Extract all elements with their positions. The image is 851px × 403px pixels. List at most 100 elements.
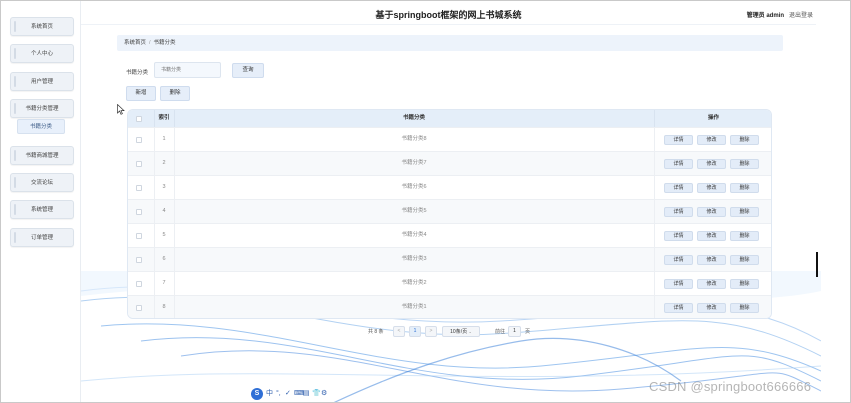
- row-checkbox[interactable]: [136, 209, 142, 215]
- batch-delete-button[interactable]: 删除: [160, 86, 190, 101]
- row-checkbox[interactable]: [136, 233, 142, 239]
- detail-button[interactable]: 详情: [664, 135, 693, 145]
- detail-button[interactable]: 详情: [664, 303, 693, 313]
- page-size-value: 10条/页: [450, 329, 468, 335]
- delete-button[interactable]: 删除: [730, 279, 759, 289]
- breadcrumb-current: 书籍分类: [153, 40, 176, 46]
- edit-button[interactable]: 修改: [697, 135, 726, 145]
- scroll-edge-marker: [816, 252, 818, 277]
- pagination-total: 共 8 条: [368, 329, 384, 335]
- column-divider: [654, 296, 655, 318]
- table-row: 1 书籍分类8 详情 修改 删除: [128, 127, 771, 151]
- punctuation-icon[interactable]: °,: [276, 389, 281, 399]
- edit-button[interactable]: 修改: [697, 255, 726, 265]
- sidebar-subitem-category[interactable]: 书籍分类: [17, 119, 65, 134]
- sidebar-item-system[interactable]: 系统管理: [10, 200, 74, 219]
- column-divider: [654, 224, 655, 247]
- skin-icon[interactable]: 👕: [312, 389, 321, 399]
- header-operation: 操作: [707, 115, 719, 121]
- detail-button[interactable]: 详情: [664, 255, 693, 265]
- pen-icon[interactable]: ✓: [285, 389, 291, 399]
- cell-index: 3: [162, 184, 166, 190]
- edit-button[interactable]: 修改: [697, 159, 726, 169]
- table-row: 5 书籍分类4 详情 修改 删除: [128, 223, 771, 247]
- delete-button[interactable]: 删除: [730, 303, 759, 313]
- delete-button[interactable]: 删除: [730, 135, 759, 145]
- ime-logo-icon[interactable]: S: [251, 388, 263, 400]
- row-checkbox[interactable]: [136, 281, 142, 287]
- table-row: 7 书籍分类2 详情 修改 删除: [128, 271, 771, 295]
- mouse-cursor-icon: [117, 104, 125, 115]
- cell-category: 书籍分类7: [401, 160, 427, 166]
- settings-gear-icon[interactable]: ⚙: [321, 389, 327, 399]
- sidebar-item-home[interactable]: 系统首页: [10, 17, 74, 36]
- select-all-checkbox[interactable]: [136, 116, 142, 122]
- pagination-next-button[interactable]: >: [425, 326, 437, 337]
- add-button[interactable]: 新增: [126, 86, 156, 101]
- delete-button[interactable]: 删除: [730, 207, 759, 217]
- edit-button[interactable]: 修改: [697, 303, 726, 313]
- table-row: 3 书籍分类6 详情 修改 删除: [128, 175, 771, 199]
- header-index: 索引: [158, 115, 170, 121]
- search-button[interactable]: 查询: [232, 63, 264, 78]
- column-divider: [654, 200, 655, 223]
- edit-button[interactable]: 修改: [697, 279, 726, 289]
- delete-button[interactable]: 删除: [730, 255, 759, 265]
- pagination-prev-button[interactable]: <: [393, 326, 405, 337]
- chinese-mode-icon[interactable]: 中: [266, 389, 273, 399]
- breadcrumb-home[interactable]: 系统首页: [124, 40, 146, 46]
- sidebar-item-forum[interactable]: 交流论坛: [10, 173, 74, 192]
- edit-button[interactable]: 修改: [697, 207, 726, 217]
- search-label: 书籍分类: [126, 70, 149, 76]
- detail-button[interactable]: 详情: [664, 279, 693, 289]
- page-size-select[interactable]: 10条/页 ⌄: [442, 326, 480, 337]
- row-checkbox[interactable]: [136, 305, 142, 311]
- pagination-page-1[interactable]: 1: [409, 326, 421, 337]
- header-category: 书籍分类: [402, 115, 425, 121]
- menu-icon[interactable]: ▤: [303, 389, 310, 399]
- edit-button[interactable]: 修改: [697, 183, 726, 193]
- sidebar-item-category-management[interactable]: 书籍分类管理: [10, 99, 74, 118]
- delete-button[interactable]: 删除: [730, 183, 759, 193]
- cell-index: 1: [162, 136, 166, 142]
- edit-button[interactable]: 修改: [697, 231, 726, 241]
- cell-category: 书籍分类5: [401, 208, 427, 214]
- row-checkbox[interactable]: [136, 185, 142, 191]
- sidebar-item-book-store[interactable]: 书籍商城管理: [10, 146, 74, 165]
- cell-category: 书籍分类4: [401, 232, 427, 238]
- logout-link[interactable]: 退出登录: [789, 10, 813, 19]
- detail-button[interactable]: 详情: [664, 207, 693, 217]
- sidebar-item-profile[interactable]: 个人中心: [10, 44, 74, 63]
- delete-button[interactable]: 删除: [730, 159, 759, 169]
- detail-button[interactable]: 详情: [664, 159, 693, 169]
- delete-button[interactable]: 删除: [730, 231, 759, 241]
- row-checkbox[interactable]: [136, 137, 142, 143]
- table-row: 2 书籍分类7 详情 修改 删除: [128, 151, 771, 175]
- sidebar-item-orders[interactable]: 订单管理: [10, 228, 74, 247]
- app-title: 基于springboot框架的网上书城系统: [375, 10, 522, 20]
- cell-category: 书籍分类6: [401, 184, 427, 190]
- table-header: 索引 书籍分类 操作: [128, 110, 771, 127]
- detail-button[interactable]: 详情: [664, 231, 693, 241]
- row-checkbox[interactable]: [136, 257, 142, 263]
- breadcrumb: 系统首页 / 书籍分类: [117, 35, 783, 51]
- cell-index: 4: [162, 208, 166, 214]
- column-divider: [654, 152, 655, 175]
- sidebar-item-users[interactable]: 用户管理: [10, 72, 74, 91]
- cell-category: 书籍分类3: [401, 256, 427, 262]
- watermark: CSDN @springboot666666: [649, 379, 812, 394]
- cell-category: 书籍分类2: [401, 280, 427, 286]
- detail-button[interactable]: 详情: [664, 183, 693, 193]
- cell-index: 8: [162, 304, 166, 310]
- app-window: 系统首页 个人中心 用户管理 书籍分类管理 书籍分类 书籍商城管理 交流论坛 系…: [0, 0, 851, 403]
- search-input[interactable]: [154, 62, 221, 78]
- breadcrumb-separator: /: [149, 40, 151, 46]
- row-checkbox[interactable]: [136, 161, 142, 167]
- goto-page-input[interactable]: 1: [508, 326, 521, 337]
- top-header: 基于springboot框架的网上书城系统 管理员 admin 退出登录: [81, 1, 816, 25]
- category-table: 索引 书籍分类 操作 1 书籍分类8 详情 修改 删除 2 书籍分类7 详情 修改 删除 3 书籍分类…: [127, 109, 772, 319]
- role-label: 管理员: [746, 13, 765, 19]
- table-row: 4 书籍分类5 详情 修改 删除: [128, 199, 771, 223]
- table-row: 6 书籍分类3 详情 修改 删除: [128, 247, 771, 271]
- cell-category: 书籍分类8: [401, 136, 427, 142]
